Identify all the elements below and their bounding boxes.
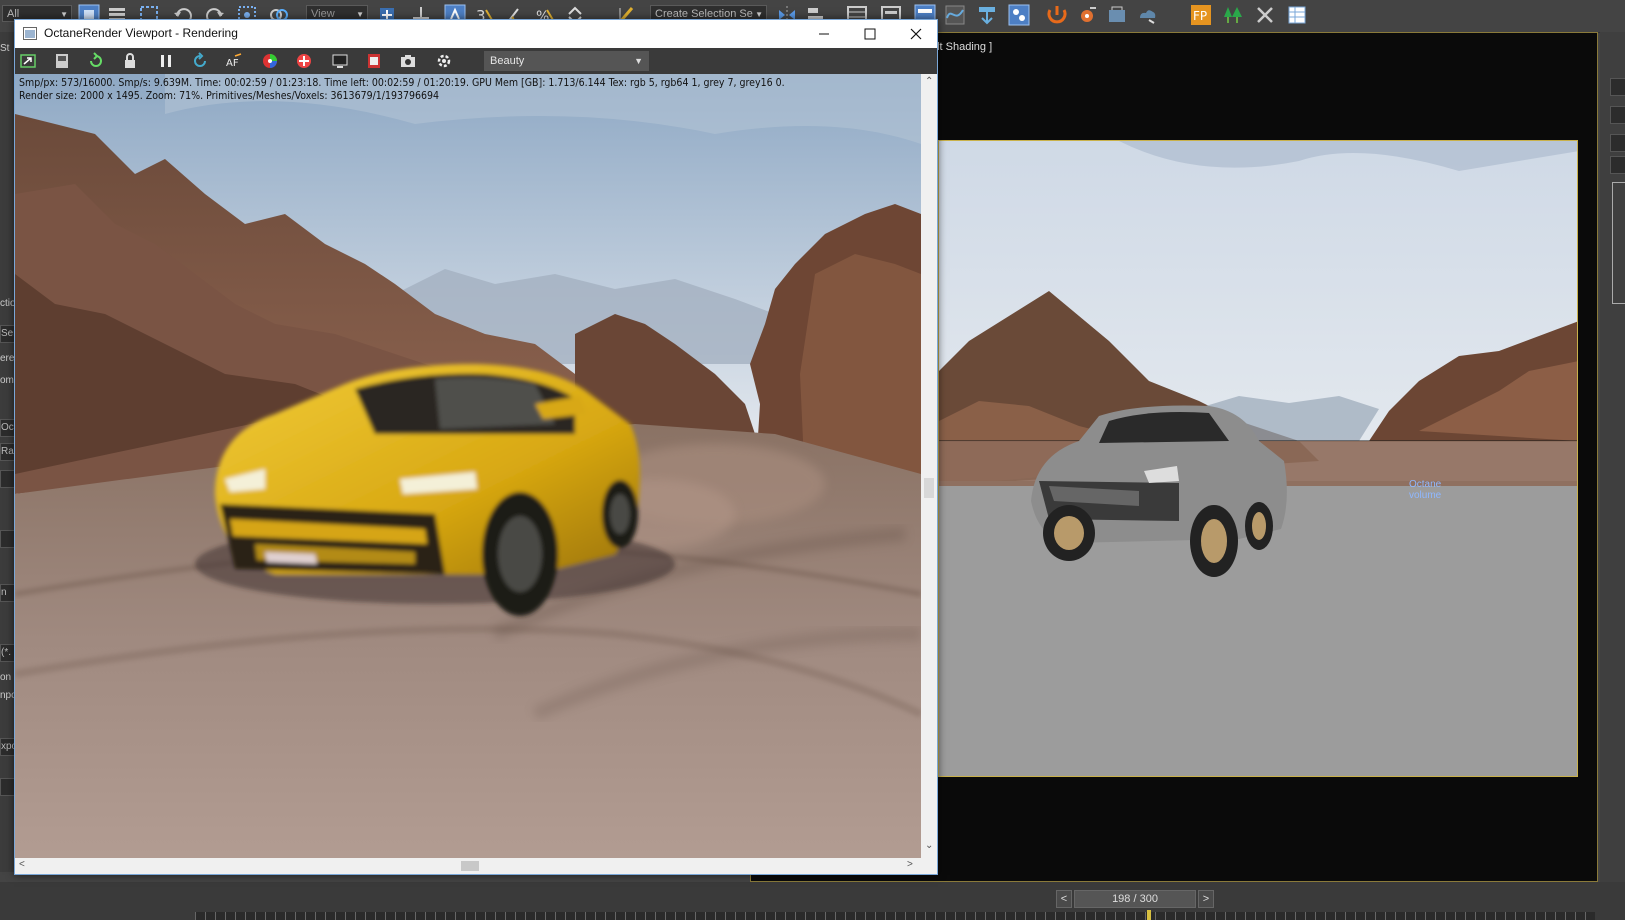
panel-field[interactable]: [1610, 156, 1625, 174]
svg-text:FP: FP: [1193, 9, 1207, 23]
panel-field-text: Ra: [1, 446, 14, 457]
region-render-icon[interactable]: [295, 52, 313, 70]
window-title: OctaneRender Viewport - Rendering: [44, 26, 238, 40]
display-settings-icon[interactable]: [331, 52, 349, 70]
viewport-scene: [939, 141, 1577, 776]
scroll-down-icon[interactable]: ⌄: [925, 840, 933, 851]
spreadsheet-icon[interactable]: [1286, 4, 1308, 26]
viewport-shading-label[interactable]: ult Shading ]: [931, 41, 992, 53]
pause-icon[interactable]: [157, 52, 175, 70]
close-icon[interactable]: [893, 20, 939, 48]
prev-frame-button[interactable]: <: [1056, 890, 1072, 908]
safe-frame: Octane volume: [938, 140, 1578, 777]
panel-field[interactable]: [1610, 78, 1625, 96]
window-titlebar[interactable]: OctaneRender Viewport - Rendering: [15, 20, 937, 48]
rendered-scene: [15, 74, 921, 858]
panel-group-frame: [1612, 182, 1625, 304]
save-image-icon[interactable]: [53, 52, 71, 70]
render-statistics: Smp/px: 573/16000. Smp/s: 9.639M. Time: …: [19, 77, 785, 103]
chevron-down-icon: ▼: [634, 56, 643, 66]
schematic-view-icon[interactable]: [976, 4, 998, 26]
command-panel-right: [1600, 32, 1625, 920]
camera-icon[interactable]: [399, 52, 417, 70]
curve-editor-icon[interactable]: [944, 4, 966, 26]
rendered-frame-window-icon[interactable]: [1076, 4, 1098, 26]
render-production-icon[interactable]: [1106, 4, 1128, 26]
render-stats-line-1: Smp/px: 573/16000. Smp/s: 9.639M. Time: …: [19, 77, 785, 89]
refresh-icon[interactable]: [191, 52, 209, 70]
auto-focus-icon[interactable]: AF: [225, 52, 243, 70]
render-pass-value: Beauty: [490, 55, 525, 67]
scroll-up-icon[interactable]: ⌃: [925, 76, 933, 87]
film-settings-icon[interactable]: [365, 52, 383, 70]
scroll-right-icon[interactable]: >: [907, 859, 913, 870]
octane-render-window: OctaneRender Viewport - Rendering AF Bea…: [14, 19, 938, 875]
settings-gear-icon[interactable]: [435, 52, 453, 70]
render-pass-dropdown[interactable]: Beauty ▼: [484, 51, 649, 71]
panel-field-text: n: [1, 587, 7, 598]
svg-text:AF: AF: [226, 58, 239, 69]
object-label-octane-volume[interactable]: Octane volume: [1409, 479, 1441, 501]
next-frame-button[interactable]: >: [1198, 890, 1214, 908]
maximize-icon[interactable]: [847, 20, 893, 48]
time-slider-area: < 198 / 300 >: [0, 882, 1625, 920]
color-picker-icon[interactable]: [261, 52, 279, 70]
lock-icon[interactable]: [121, 52, 139, 70]
panel-field-text: (*.: [1, 647, 11, 658]
horizontal-scroll-thumb[interactable]: [461, 861, 479, 871]
render-stats-line-2: Render size: 2000 x 1495. Zoom: 71%. Pri…: [19, 90, 440, 102]
forest-trees-icon[interactable]: [1222, 4, 1244, 26]
minimize-icon[interactable]: [801, 20, 847, 48]
horizontal-scrollbar[interactable]: < >: [15, 858, 921, 874]
panel-field[interactable]: [1610, 134, 1625, 152]
send-scene-icon[interactable]: [19, 52, 37, 70]
time-slider[interactable]: 198 / 300: [1074, 890, 1196, 908]
restart-render-icon[interactable]: [87, 52, 105, 70]
vertical-scrollbar[interactable]: ⌃ ⌄: [921, 74, 937, 858]
tools-icon[interactable]: [1254, 4, 1276, 26]
panel-field[interactable]: [1610, 106, 1625, 124]
render-image[interactable]: Smp/px: 573/16000. Smp/s: 9.639M. Time: …: [15, 74, 921, 858]
forest-pack-icon[interactable]: FP: [1190, 4, 1212, 26]
render-in-cloud-icon[interactable]: [1136, 4, 1158, 26]
material-editor-icon[interactable]: [1008, 4, 1030, 26]
track-bar[interactable]: [195, 912, 1595, 920]
scroll-left-icon[interactable]: <: [19, 859, 25, 870]
current-frame-marker[interactable]: [1147, 910, 1151, 920]
vertical-scroll-thumb[interactable]: [924, 478, 934, 498]
octane-toolbar: AF Beauty ▼: [15, 48, 937, 74]
app-window-icon: [23, 27, 37, 40]
render-setup-icon[interactable]: [1046, 4, 1068, 26]
